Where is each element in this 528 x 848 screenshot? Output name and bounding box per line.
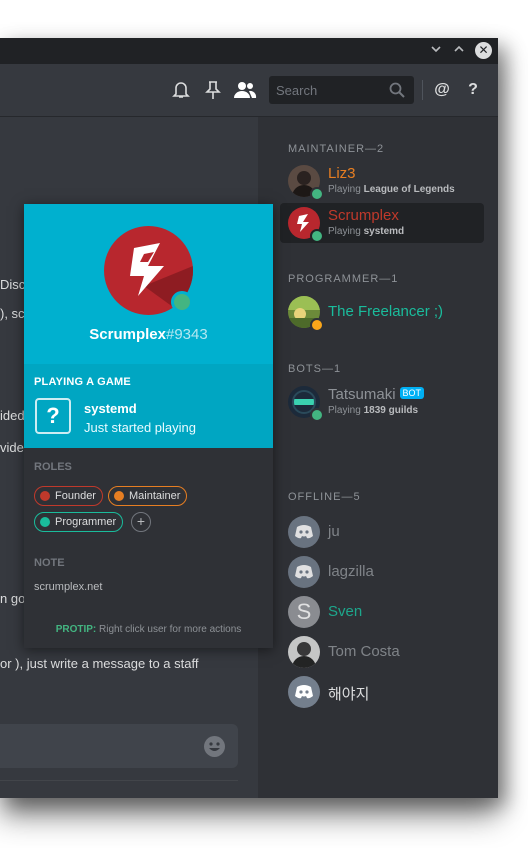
member-list-icon[interactable] <box>233 80 257 100</box>
member-scrumplex[interactable]: Scrumplex Playing systemd <box>280 203 484 243</box>
member-list: MAINTAINER—2 Liz3 Playing League of Lege… <box>258 117 498 798</box>
discord-window: ✕ Search @ ? Disc ), sc ided vide n go o… <box>0 38 498 798</box>
add-role-button[interactable]: + <box>131 512 151 532</box>
chat-text-fragment: or ), just write a message to a staff <box>0 656 199 671</box>
chat-text-fragment: ided <box>0 408 25 423</box>
avatar <box>288 636 320 668</box>
member-name: 해야지 <box>328 686 370 703</box>
discord-logo-icon <box>288 676 320 708</box>
note-heading: NOTE <box>34 557 65 569</box>
activity-panel: PLAYING A GAME ? systemd Just started pl… <box>24 364 273 448</box>
bell-icon[interactable] <box>171 80 191 100</box>
emoji-icon[interactable] <box>204 736 225 757</box>
discord-logo-icon <box>288 516 320 548</box>
member-tom-costa[interactable]: Tom Costa <box>280 632 482 672</box>
member-name: ju <box>328 523 340 540</box>
activity-heading: PLAYING A GAME <box>34 376 131 388</box>
member-activity: Playing systemd <box>328 226 405 237</box>
member-lagzilla[interactable]: lagzilla <box>280 552 482 592</box>
member-tatsumaki[interactable]: Tatsumaki BOT Playing 1839 guilds <box>280 382 482 422</box>
chat-divider <box>0 780 238 781</box>
role-color-dot <box>114 491 124 501</box>
protip: PROTIP: Right click user for more action… <box>55 624 242 635</box>
member-name: lagzilla <box>328 563 374 580</box>
chat-text-fragment: n go <box>0 591 26 606</box>
discord-logo-icon <box>288 556 320 588</box>
letter-avatar: S <box>288 596 320 628</box>
section-header-maintainer: MAINTAINER—2 <box>288 143 385 155</box>
message-input[interactable] <box>0 724 238 768</box>
game-detail: Just started playing <box>84 420 197 435</box>
member-activity: Playing League of Legends <box>328 184 455 195</box>
role-color-dot <box>40 491 50 501</box>
member-the-freelancer[interactable]: The Freelancer ;) <box>280 292 482 332</box>
member-ju[interactable]: ju <box>280 512 482 552</box>
search-placeholder: Search <box>276 83 318 98</box>
chat-text-fragment: vide <box>0 440 24 455</box>
online-status-icon <box>310 187 324 201</box>
section-header-offline: OFFLINE—5 <box>288 491 361 503</box>
role-founder[interactable]: Founder <box>34 486 103 506</box>
pin-icon[interactable] <box>203 80 223 100</box>
online-status-icon <box>310 408 324 422</box>
bot-tag: BOT <box>399 387 425 399</box>
role-programmer[interactable]: Programmer <box>34 512 124 532</box>
member-name: Sven <box>328 603 363 620</box>
roles-heading: ROLES <box>34 461 72 473</box>
role-maintainer[interactable]: Maintainer <box>108 486 188 506</box>
section-header-programmer: PROGRAMMER—1 <box>288 273 399 285</box>
user-popout: Scrumplex#9343 PLAYING A GAME ? systemd … <box>24 204 273 648</box>
chevron-down-icon[interactable] <box>428 43 444 59</box>
member-korean[interactable]: 해야지 <box>280 672 482 712</box>
mention-icon[interactable]: @ <box>432 80 452 100</box>
unknown-game-icon: ? <box>35 398 71 434</box>
member-name: The Freelancer ;) <box>328 303 444 320</box>
member-name: Liz3 <box>328 165 356 182</box>
role-color-dot <box>40 517 50 527</box>
idle-status-icon <box>310 318 324 332</box>
online-status-icon <box>171 291 193 313</box>
member-name: Scrumplex <box>328 207 399 224</box>
online-status-icon <box>310 229 324 243</box>
chat-text-fragment: ), sc <box>0 306 25 321</box>
search-icon <box>389 82 405 103</box>
help-icon[interactable]: ? <box>463 80 483 100</box>
game-name: systemd <box>84 401 137 416</box>
member-name: Tatsumaki BOT <box>328 386 425 403</box>
popout-header: Scrumplex#9343 PLAYING A GAME ? systemd … <box>24 204 273 448</box>
title-bar: ✕ <box>0 38 498 64</box>
popout-username: Scrumplex#9343 <box>89 326 208 343</box>
header-divider <box>422 80 423 100</box>
section-header-bots: BOTS—1 <box>288 363 342 375</box>
member-sven[interactable]: S Sven <box>280 592 482 632</box>
channel-header: Search @ ? <box>0 64 498 117</box>
close-icon[interactable]: ✕ <box>475 42 492 59</box>
note-text[interactable]: scrumplex.net <box>34 581 102 593</box>
member-name: Tom Costa <box>328 643 400 660</box>
search-input[interactable]: Search <box>269 76 414 104</box>
chat-text-fragment: Disc <box>0 277 26 292</box>
member-activity: Playing 1839 guilds <box>328 405 419 416</box>
chevron-up-icon[interactable] <box>451 43 467 59</box>
member-liz3[interactable]: Liz3 Playing League of Legends <box>280 161 482 201</box>
